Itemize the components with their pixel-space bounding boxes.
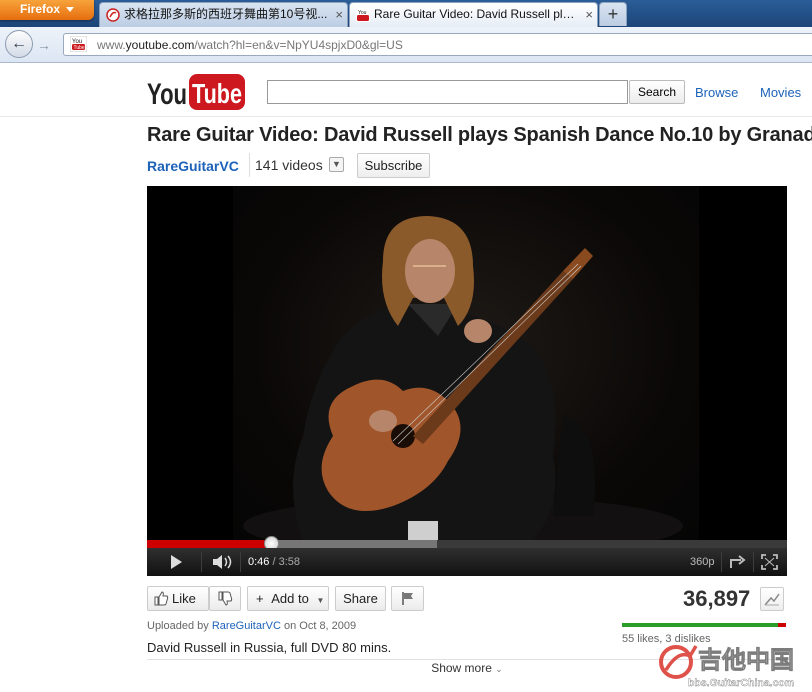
search-button[interactable]: Search [629, 80, 685, 104]
arrow-right-icon: → [37, 37, 51, 53]
uploader-link[interactable]: RareGuitarVC [212, 620, 281, 632]
nav-movies-link[interactable]: Movies [760, 85, 801, 100]
youtube-logo[interactable]: You Tube [147, 72, 245, 112]
like-label: Like [172, 591, 196, 606]
chevron-down-icon [66, 7, 74, 13]
stats-button[interactable] [760, 587, 784, 611]
new-tab-button[interactable]: + [599, 2, 627, 26]
youtube-favicon-icon: You [356, 8, 370, 22]
url-domain: youtube.com [125, 38, 195, 52]
add-to-label: Add to [271, 591, 309, 606]
guitarchina-watermark: 吉他中国 bbs.GuitarChina.com [659, 645, 794, 689]
header-divider [0, 116, 812, 117]
channel-name-link[interactable]: RareGuitarVC [147, 158, 239, 174]
logo-you-text: You [147, 78, 187, 111]
dislikes-bar [778, 623, 786, 627]
upload-info: Uploaded by RareGuitarVC on Oct 8, 2009 [147, 620, 356, 632]
dislike-button[interactable] [209, 586, 241, 611]
popout-icon[interactable] [729, 554, 747, 570]
firefox-menu-button[interactable]: Firefox [0, 0, 94, 20]
guitarchina-favicon-icon [106, 8, 120, 22]
nav-browse-link[interactable]: Browse [695, 85, 738, 100]
flag-button[interactable] [391, 586, 424, 611]
divider [201, 552, 202, 572]
watermark-chinese-text: 吉他中国 [698, 646, 794, 674]
watermark-site-text: bbs.GuitarChina.com [688, 677, 794, 689]
channel-dropdown-button[interactable]: ▼ [329, 157, 344, 172]
likes-bar [622, 623, 778, 627]
search-input[interactable] [267, 80, 628, 104]
arrow-left-icon: ← [11, 35, 27, 52]
svg-text:Tube: Tube [74, 45, 85, 51]
url-prefix: www. [97, 38, 126, 52]
divider [721, 552, 722, 572]
upload-date: on Oct 8, 2009 [283, 620, 357, 632]
show-more-label: Show more [431, 661, 492, 675]
forward-button[interactable]: → [35, 36, 53, 54]
fullscreen-icon[interactable] [761, 554, 778, 570]
play-icon[interactable] [168, 554, 184, 570]
logo-tube-text: Tube [192, 78, 242, 109]
url-path: /watch?hl=en&v=NpYU4spjxD0&gl=US [194, 38, 403, 52]
progress-played [147, 540, 271, 548]
flag-icon [402, 592, 413, 605]
chart-icon [764, 593, 780, 606]
youtube-site-identity-icon[interactable]: YouTube [70, 36, 87, 52]
chevron-down-icon: ▼ [316, 596, 325, 605]
video-count: 141 videos [255, 157, 323, 173]
tab-title: Rare Guitar Video: David Russell plays..… [374, 7, 579, 21]
divider [249, 153, 250, 177]
plus-icon: + [256, 591, 264, 606]
thumbs-down-icon [218, 591, 233, 606]
time-display: 0:46 / 3:58 [248, 556, 300, 568]
chevron-down-icon: ⌄ [495, 664, 503, 674]
view-count: 36,897 [683, 586, 751, 611]
volume-icon[interactable] [212, 554, 234, 570]
video-description: David Russell in Russia, full DVD 80 min… [147, 640, 392, 655]
share-button[interactable]: Share [335, 586, 386, 611]
tab-guitarchina[interactable]: 求格拉那多斯的西班牙舞曲第10号视... × [99, 2, 348, 27]
divider [753, 552, 754, 572]
close-icon[interactable]: × [585, 3, 593, 26]
svg-text:You: You [358, 10, 367, 16]
video-frame[interactable] [233, 186, 699, 556]
quality-button[interactable]: 360p [690, 556, 714, 568]
tab-title: 求格拉那多斯的西班牙舞曲第10号视... [124, 7, 328, 21]
close-icon[interactable]: × [335, 3, 343, 26]
firefox-menu-label: Firefox [19, 2, 60, 16]
duration: / 3:58 [272, 556, 301, 568]
url-text[interactable]: www.youtube.com/watch?hl=en&v=NpYU4spjxD… [97, 38, 403, 52]
current-time: 0:46 [248, 556, 270, 568]
thumbs-up-icon [154, 591, 169, 606]
subscribe-button[interactable]: Subscribe [357, 153, 430, 178]
like-button[interactable]: Like [147, 586, 209, 611]
add-to-button[interactable]: + Add to ▼ [247, 586, 329, 611]
video-title: Rare Guitar Video: David Russell plays S… [147, 124, 812, 146]
divider [240, 552, 241, 572]
guitarist-performance-image [243, 216, 683, 556]
chevron-down-icon: ▼ [332, 159, 341, 169]
tab-youtube[interactable]: You Rare Guitar Video: David Russell pla… [349, 2, 598, 27]
back-button[interactable]: ← [5, 30, 33, 58]
uploaded-prefix: Uploaded by [147, 620, 209, 632]
